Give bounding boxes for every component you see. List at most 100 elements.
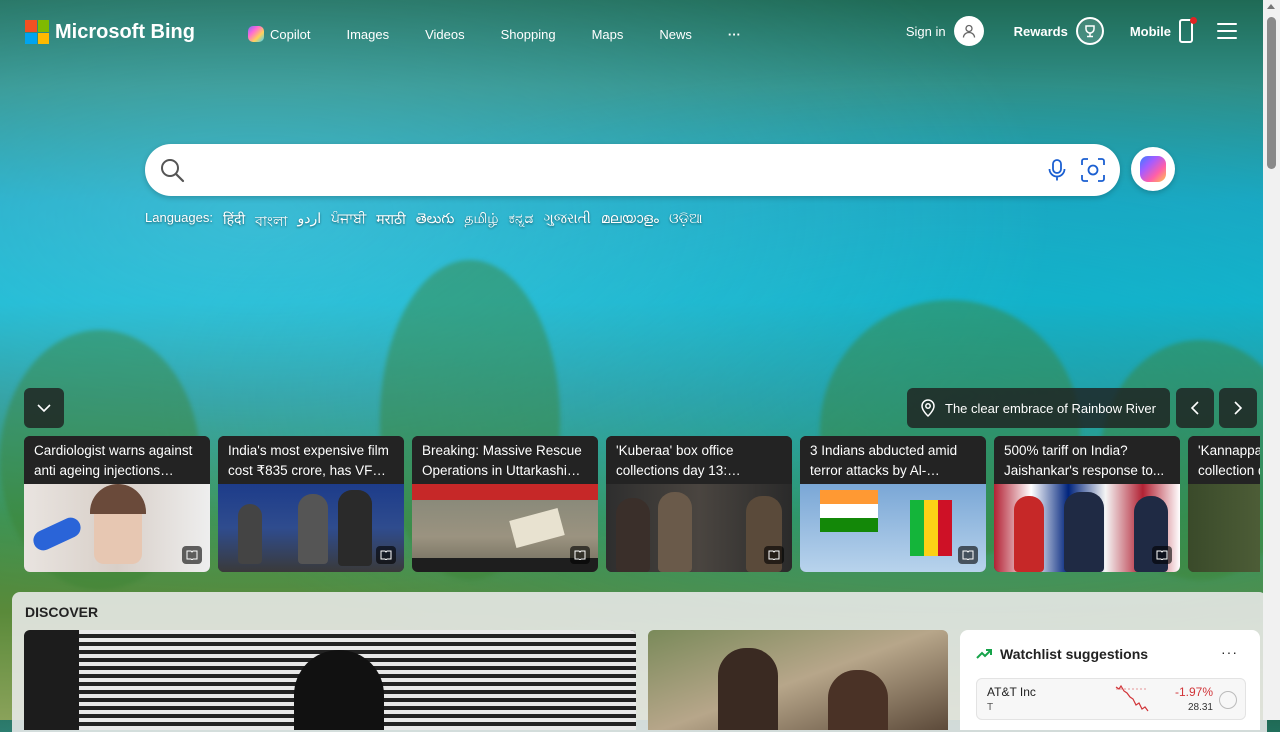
mobile-label: Mobile [1129,23,1171,39]
news-card[interactable]: Cardiologist warns against anti ageing i… [24,436,210,572]
language-link[interactable]: తెలుగు [416,210,455,234]
language-link[interactable]: ଓଡ଼ିଆ [669,210,703,234]
news-card[interactable]: 500% tariff on India? Jaishankar's respo… [994,436,1180,572]
stock-change: -1.97% [1174,685,1213,699]
news-card-title: India's most expensive film cost ₹835 cr… [218,436,404,484]
image-caption-text: The clear embrace of Rainbow River [945,400,1156,416]
nav-more-button[interactable]: ··· [728,26,741,42]
read-icon [376,546,396,564]
trophy-icon [1075,17,1104,45]
read-icon [958,546,978,564]
copilot-icon [1140,156,1166,182]
news-card-title: Breaking: Massive Rescue Operations in U… [412,436,598,484]
read-icon [182,546,202,564]
news-card[interactable]: 3 Indians abducted amid terror attacks b… [800,436,986,572]
news-title-text: 'Kannappa' box office collection day... [1198,443,1260,478]
notification-dot [1190,17,1197,24]
microphone-icon[interactable] [1046,158,1068,187]
location-pin-icon [921,399,935,417]
language-link[interactable]: മലയാളം [601,210,659,234]
news-card-title: Cardiologist warns against anti ageing i… [24,436,210,484]
stock-row[interactable]: AT&T Inc T -1.97% 28.31 [976,678,1246,720]
discover-image-figure [828,670,888,730]
mobile-button[interactable]: Mobile [1129,17,1197,43]
discover-card[interactable] [648,630,948,730]
discover-card[interactable] [24,630,636,730]
news-title-text: 500% tariff on India? Jaishankar's respo… [1004,443,1165,478]
watchlist-header: Watchlist suggestions [976,646,1148,662]
rewards-button[interactable]: Rewards [1014,17,1104,45]
news-title-text: 'Kuberaa' box office collections day 13:… [616,443,734,478]
page-scrollbar[interactable] [1263,0,1280,720]
microsoft-logo-icon [25,20,49,44]
news-card-title: 500% tariff on India? Jaishankar's respo… [994,436,1180,484]
watchlist-title: Watchlist suggestions [1000,646,1149,662]
language-link[interactable]: اردو [297,210,321,234]
news-thumbnail [1188,484,1260,572]
add-to-watchlist-icon[interactable] [1219,691,1237,709]
news-card[interactable]: 'Kuberaa' box office collections day 13:… [606,436,792,572]
nav-news[interactable]: News [659,26,692,42]
news-card[interactable]: 'Kannappa' box office collection day... [1188,436,1260,572]
scroll-up-icon[interactable] [1267,4,1275,9]
search-icon[interactable] [159,157,185,188]
language-link[interactable]: বাংলা [255,210,287,234]
image-caption-button[interactable]: The clear embrace of Rainbow River [907,388,1170,428]
watchlist-more-button[interactable]: ··· [1221,644,1238,660]
nav-shopping[interactable]: Shopping [501,26,556,42]
signin-button[interactable]: Sign in [906,16,984,46]
header-right: Sign in Rewards Mobile [906,16,1262,46]
copilot-search-button[interactable] [1131,147,1175,191]
nav-news-label: News [659,26,692,42]
nav-videos-label: Videos [425,26,465,42]
menu-icon[interactable] [1217,23,1237,39]
news-title-text: Cardiologist warns against anti ageing i… [34,443,193,478]
bing-logo[interactable]: Microsoft Bing [25,20,195,44]
language-link[interactable]: ಕನ್ನಡ [509,210,534,234]
discover-image-figure [718,648,778,730]
rewards-label: Rewards [1013,23,1068,39]
chevron-left-icon [1190,401,1199,415]
language-link[interactable]: मराठी [376,210,405,234]
stock-price: 28.31 [1187,702,1213,713]
next-image-button[interactable] [1219,388,1257,428]
scroll-thumb[interactable] [1267,17,1276,169]
language-link[interactable]: தமிழ் [464,210,498,234]
read-icon [1152,546,1172,564]
stock-symbol: T [987,702,994,713]
discover-image-figure [294,650,384,730]
nav-copilot[interactable]: Copilot [248,26,310,42]
search-input[interactable] [197,156,1021,186]
stock-sparkline [1115,684,1149,712]
news-strip: Cardiologist warns against anti ageing i… [24,436,1260,572]
more-dots-icon: ··· [727,26,741,42]
nav-videos[interactable]: Videos [425,26,465,42]
discover-section: DISCOVER Watchlist suggestions ··· AT&T … [12,592,1267,732]
visual-search-icon[interactable] [1080,157,1106,188]
user-avatar-icon [953,16,984,46]
language-link[interactable]: ਪੰਜਾਬੀ [331,210,366,234]
nav-images[interactable]: Images [346,26,389,42]
stock-name: AT&T Inc [987,685,1036,699]
nav-copilot-label: Copilot [270,26,311,42]
collapse-feed-button[interactable] [24,388,64,428]
watchlist-card: Watchlist suggestions ··· AT&T Inc T -1.… [960,630,1260,730]
news-card-title: 'Kuberaa' box office collections day 13:… [606,436,792,484]
previous-image-button[interactable] [1176,388,1214,428]
news-title-text: India's most expensive film cost ₹835 cr… [228,443,389,478]
top-nav: Copilot Images Videos Shopping Maps News… [248,26,777,42]
news-card[interactable]: India's most expensive film cost ₹835 cr… [218,436,404,572]
news-card[interactable]: Breaking: Massive Rescue Operations in U… [412,436,598,572]
trend-up-icon [976,649,992,659]
nav-maps[interactable]: Maps [592,26,624,42]
chevron-down-icon [37,404,51,413]
chevron-right-icon [1234,401,1243,415]
language-link[interactable]: हिंदी [223,210,245,234]
search-box [145,144,1120,196]
phone-icon [1179,17,1197,43]
read-icon [764,546,784,564]
language-link[interactable]: ગુજરાતી [543,210,590,234]
languages-bar: Languages: हिंदी বাংলা اردو ਪੰਜਾਬੀ मराठी… [145,210,703,234]
nav-shopping-label: Shopping [500,26,556,42]
news-card-title: 3 Indians abducted amid terror attacks b… [800,436,986,484]
